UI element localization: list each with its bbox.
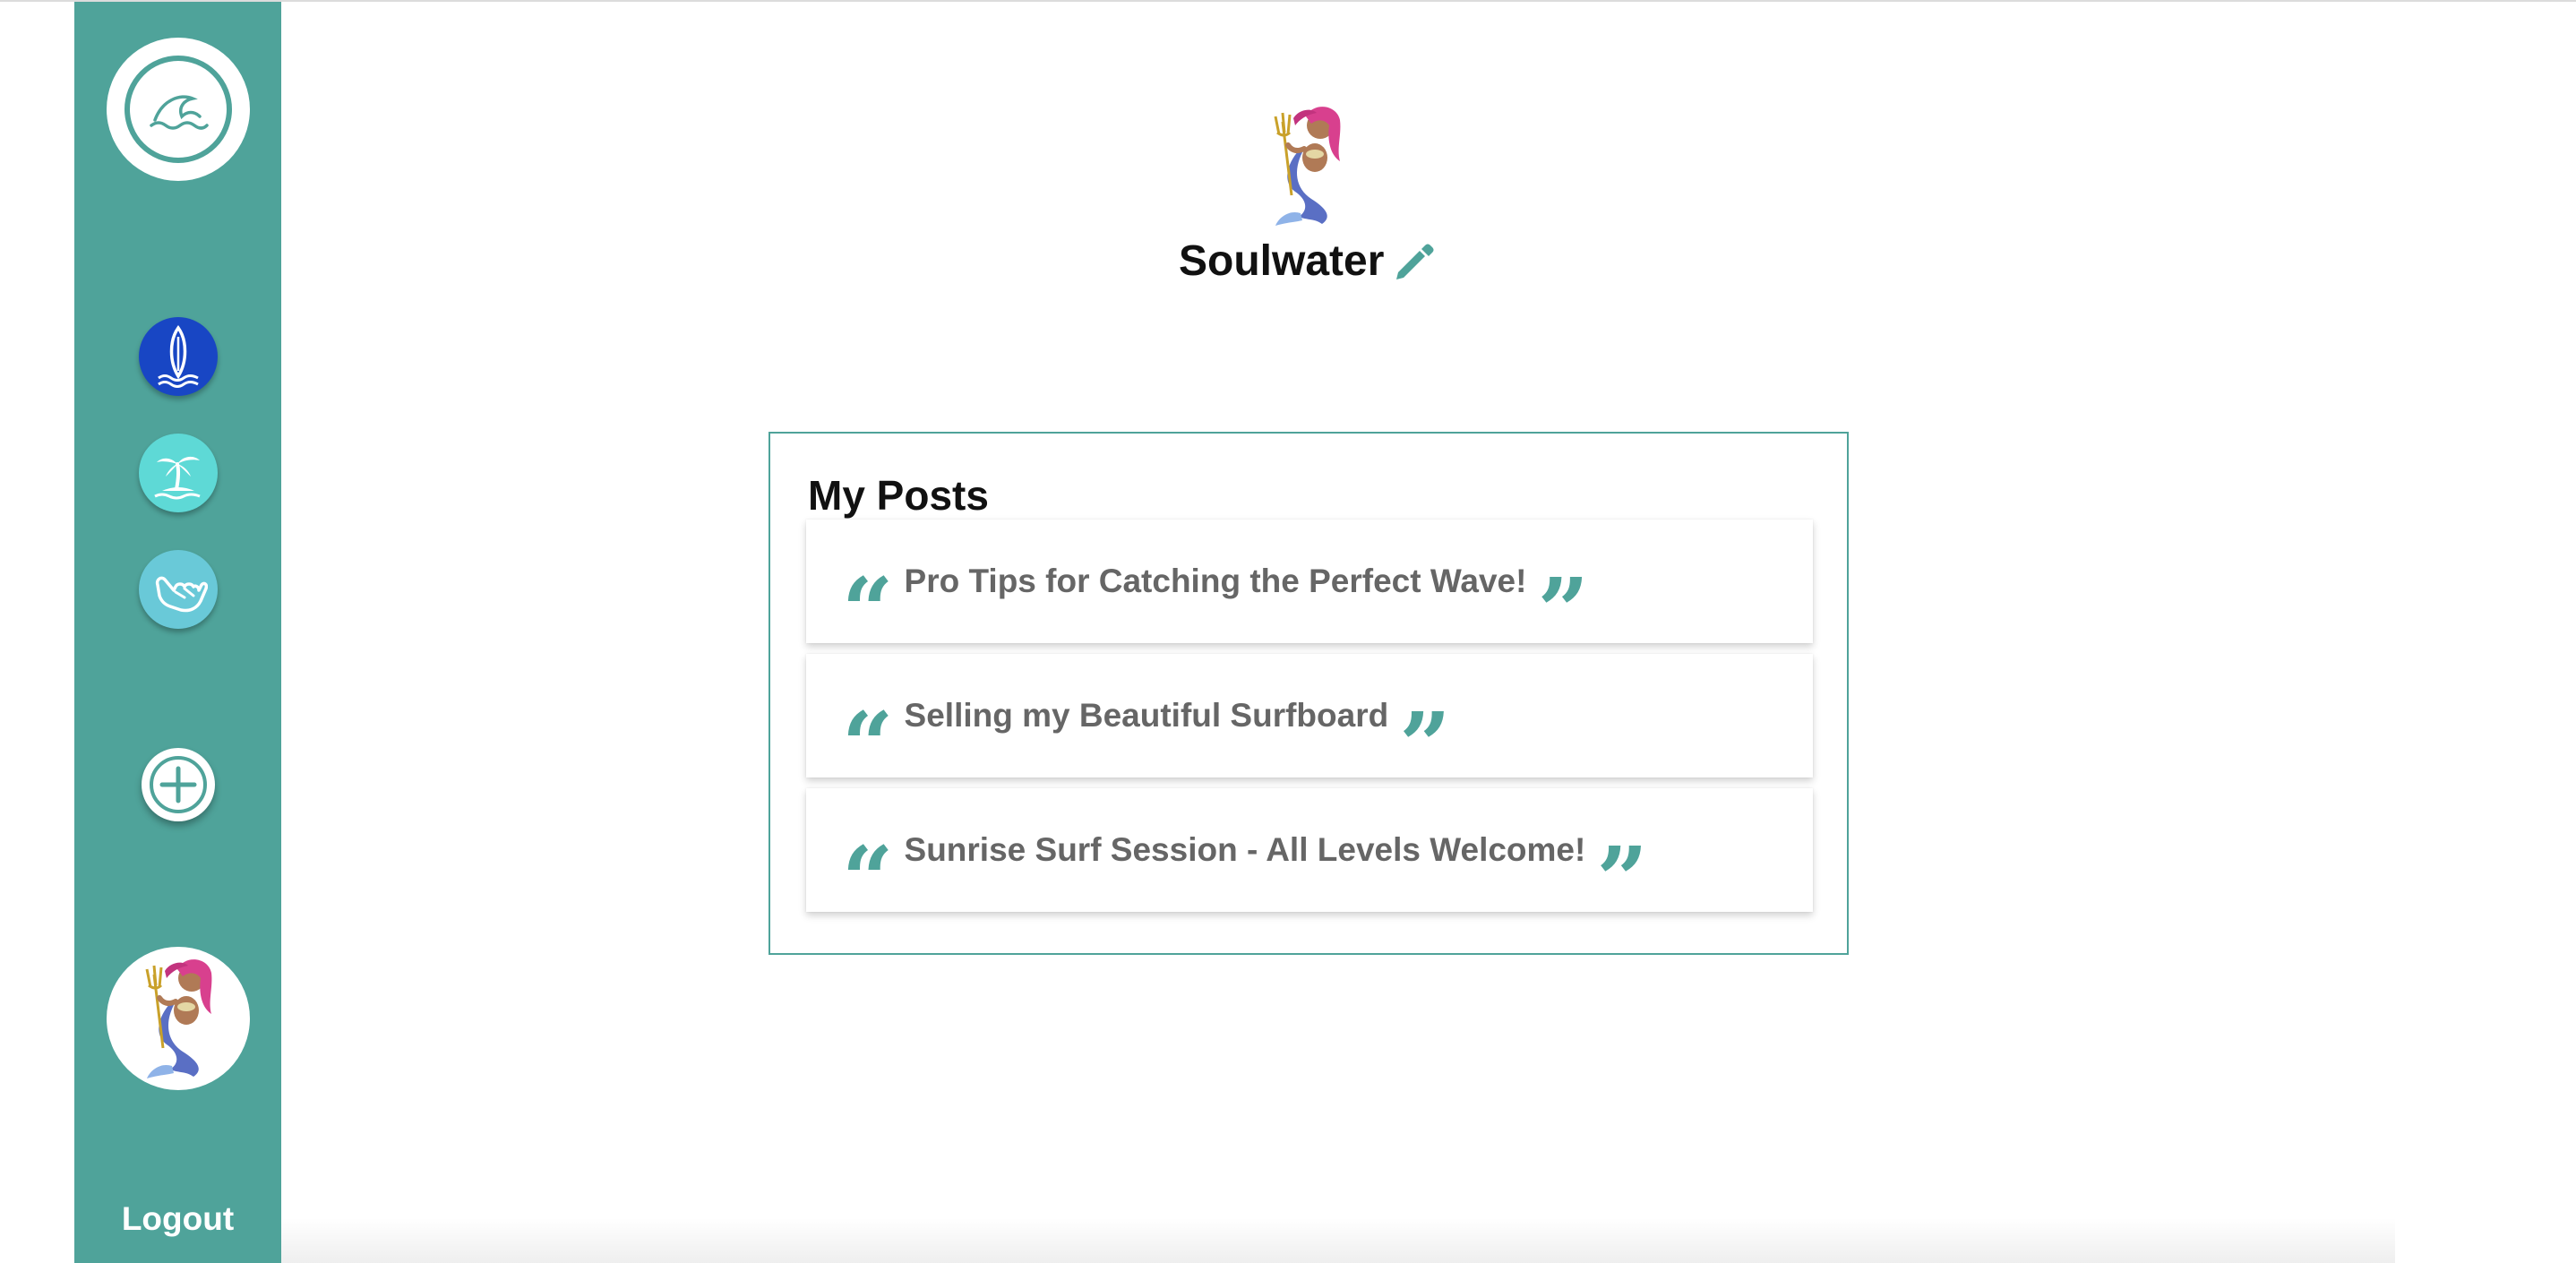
nav-surf-button[interactable] — [139, 317, 218, 396]
shaka-hand-icon — [155, 576, 208, 613]
bottom-shadow — [281, 1218, 2395, 1263]
post-item[interactable]: “ Selling my Beautiful Surfboard ” — [806, 654, 1813, 798]
mermaid-emoji — [1274, 107, 1341, 226]
nav-beach-button[interactable] — [139, 434, 218, 512]
post-title: Pro Tips for Catching the Perfect Wave! — [904, 563, 1527, 599]
surfboard-icon — [158, 324, 199, 388]
pencil-icon[interactable] — [1387, 236, 1436, 285]
open-quote-icon: “ — [842, 558, 894, 664]
palm-island-icon — [154, 456, 201, 500]
close-quote-icon: ” — [1399, 692, 1451, 798]
close-quote-icon: ” — [1596, 827, 1648, 932]
logout-button[interactable]: Logout — [74, 1200, 281, 1238]
plus-icon — [150, 756, 207, 813]
profile-header: Soulwater — [1179, 231, 1436, 290]
close-quote-icon: ” — [1537, 558, 1589, 664]
posts-title: My Posts — [808, 472, 989, 519]
sidebar: Logout — [74, 2, 281, 1263]
post-item[interactable]: “ Sunrise Surf Session - All Levels Welc… — [806, 788, 1813, 932]
post-title: Selling my Beautiful Surfboard — [904, 697, 1389, 734]
open-quote-icon: “ — [842, 692, 894, 798]
wave-icon — [125, 56, 232, 163]
profile-avatar — [1240, 99, 1374, 233]
nav-shaka-button[interactable] — [139, 550, 218, 629]
add-post-button[interactable] — [142, 748, 215, 821]
profile-username: Soulwater — [1179, 236, 1385, 285]
my-posts-card: My Posts “ Pro Tips for Catching the Per… — [769, 432, 1849, 955]
post-item[interactable]: “ Pro Tips for Catching the Perfect Wave… — [806, 520, 1813, 664]
post-title: Sunrise Surf Session - All Levels Welcom… — [904, 831, 1586, 868]
sidebar-avatar[interactable] — [107, 947, 250, 1090]
top-divider — [0, 0, 2576, 2]
mermaid-emoji — [145, 959, 212, 1078]
open-quote-icon: “ — [842, 827, 894, 932]
app-logo[interactable] — [107, 38, 250, 181]
